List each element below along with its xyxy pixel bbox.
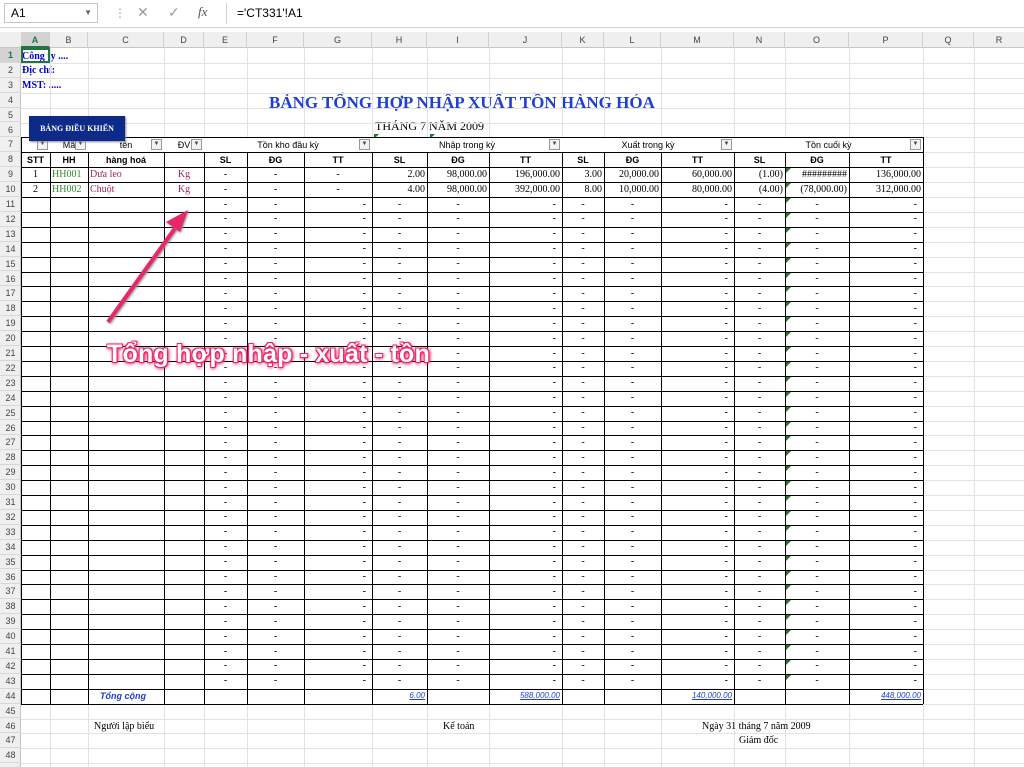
annotation-arrow <box>106 210 188 324</box>
annotation-label: Tổng hợp nhập - xuất - tồn <box>107 340 430 368</box>
